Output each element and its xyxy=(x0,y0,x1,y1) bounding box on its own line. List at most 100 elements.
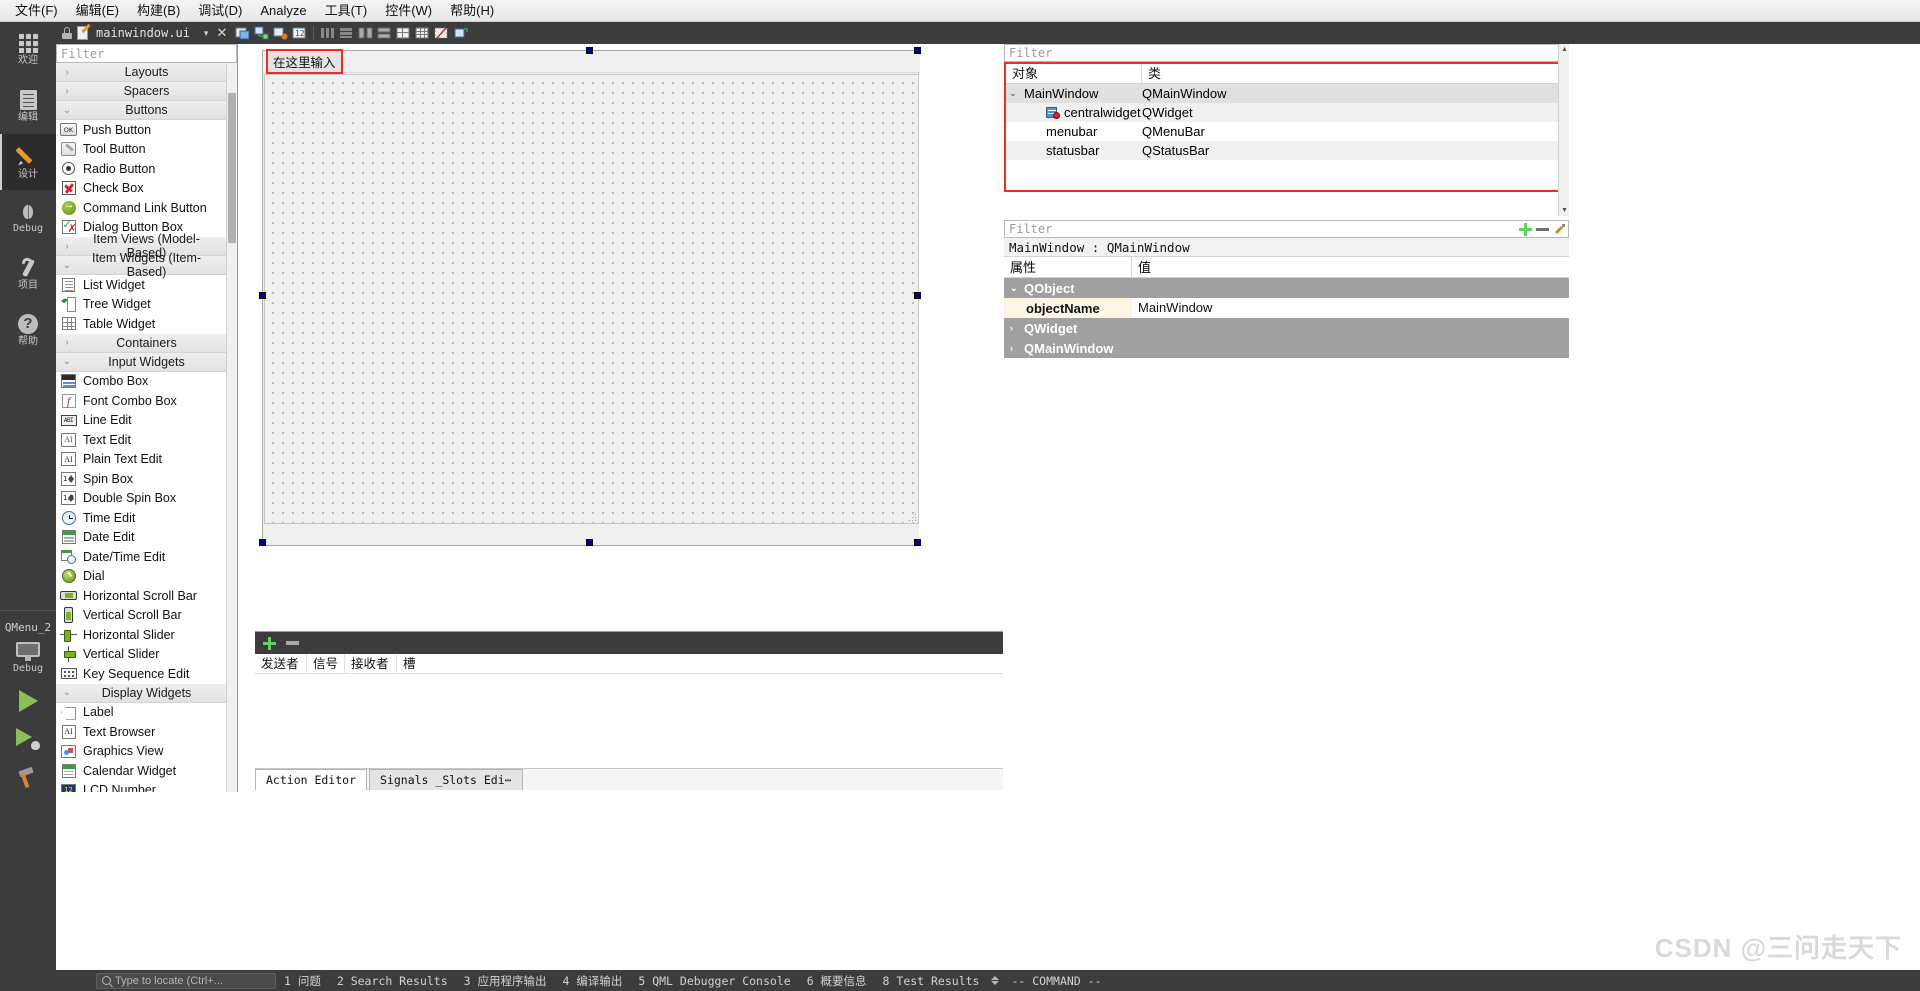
menu-item-edit[interactable]: 编辑(E) xyxy=(67,1,128,21)
layout-vertically-button[interactable] xyxy=(338,25,355,42)
layout-splitter-vertical-button[interactable] xyxy=(376,25,393,42)
widget-category-spacers[interactable]: › Spacers xyxy=(56,82,237,101)
open-file-name[interactable]: mainwindow.ui xyxy=(96,26,190,40)
form-menu-type-here[interactable]: 在这里输入 xyxy=(266,49,343,74)
column-signal[interactable]: 信号 xyxy=(307,653,345,674)
widget-item-lcd-number[interactable]: 12 LCD Number xyxy=(56,781,237,792)
property-remove-button[interactable] xyxy=(1534,221,1551,238)
widget-item-text-edit[interactable]: AI Text Edit xyxy=(56,430,237,450)
selection-handle-right[interactable] xyxy=(914,292,921,299)
menu-item-debug[interactable]: 调试(D) xyxy=(189,1,251,21)
object-inspector-rows[interactable]: ⌄ MainWindow QMainWindow centralwidget QWidg… xyxy=(1006,84,1567,160)
widget-item-plain-text-edit[interactable]: AI Plain Text Edit xyxy=(56,450,237,470)
lock-icon[interactable] xyxy=(61,27,73,39)
selection-handle-left[interactable] xyxy=(259,292,266,299)
property-group-qmainwindow[interactable]: › QMainWindow xyxy=(1004,338,1569,358)
property-group-qwidget[interactable]: › QWidget xyxy=(1004,318,1569,338)
object-column-header[interactable]: 对象 xyxy=(1006,64,1142,83)
widget-category-input-widgets[interactable]: ⌄ Input Widgets xyxy=(56,352,237,372)
property-group-qobject[interactable]: ⌄ QObject xyxy=(1004,278,1569,298)
widget-box-filter[interactable]: Filter xyxy=(56,44,237,63)
widget-item-line-edit[interactable]: ABI Line Edit xyxy=(56,411,237,431)
status-item-issues[interactable]: 1 问题 xyxy=(276,973,329,989)
widget-box-scroll-thumb[interactable] xyxy=(228,93,236,243)
widget-item-push-button[interactable]: OK Push Button xyxy=(56,120,237,140)
widget-item-vertical-scroll-bar[interactable]: Vertical Scroll Bar xyxy=(56,606,237,626)
run-button[interactable] xyxy=(0,682,56,720)
layout-grid-button[interactable] xyxy=(414,25,431,42)
chevron-down-icon[interactable]: ⌄ xyxy=(1006,88,1020,99)
mode-edit[interactable]: 编辑 xyxy=(0,78,56,134)
adjust-size-button[interactable] xyxy=(452,25,469,42)
locator-input[interactable]: Type to locate (Ctrl+... xyxy=(96,972,276,989)
object-inspector-row[interactable]: menubar QMenuBar xyxy=(1006,122,1567,141)
menu-item-tools[interactable]: 工具(T) xyxy=(316,1,377,21)
add-connection-button[interactable] xyxy=(263,636,276,650)
layout-form-button[interactable] xyxy=(395,25,412,42)
widget-item-tree-widget[interactable]: Tree Widget xyxy=(56,295,237,315)
class-column-header[interactable]: 类 xyxy=(1142,64,1567,83)
widget-item-radio-button[interactable]: Radio Button xyxy=(56,159,237,179)
status-item-qml-console[interactable]: 5 QML Debugger Console xyxy=(630,974,798,988)
remove-connection-button[interactable] xyxy=(286,641,299,645)
widget-category-display-widgets[interactable]: ⌄ Display Widgets xyxy=(56,683,237,703)
edit-widgets-button[interactable] xyxy=(234,25,251,42)
widget-category-layouts[interactable]: › Layouts xyxy=(56,63,237,82)
menu-item-file[interactable]: 文件(F) xyxy=(6,1,67,21)
edit-buddies-button[interactable] xyxy=(272,25,289,42)
widget-item-table-widget[interactable]: Table Widget xyxy=(56,314,237,334)
form-central-widget[interactable] xyxy=(264,74,919,524)
mode-welcome[interactable]: 欢迎 xyxy=(0,22,56,78)
output-pane-stepper[interactable] xyxy=(987,976,1003,985)
widget-box-scrollbar[interactable] xyxy=(226,63,237,792)
run-config-selector[interactable]: Debug xyxy=(0,634,56,682)
widget-item-date-time-edit[interactable]: Date/Time Edit xyxy=(56,547,237,567)
widget-category-buttons[interactable]: ⌄ Buttons xyxy=(56,101,237,120)
column-sender[interactable]: 发送者 xyxy=(255,653,307,674)
selection-handle-bottom-left[interactable] xyxy=(259,539,266,546)
selection-handle-bottom[interactable] xyxy=(586,539,593,546)
widget-item-command-link-button[interactable]: Command Link Button xyxy=(56,198,237,218)
widget-item-date-edit[interactable]: Date Edit xyxy=(56,528,237,548)
property-editor-filter-placeholder[interactable]: Filter xyxy=(1005,222,1517,236)
property-row[interactable]: objectName MainWindow xyxy=(1004,298,1569,318)
property-add-button[interactable] xyxy=(1517,221,1534,238)
status-item-search-results[interactable]: 2 Search Results xyxy=(329,974,456,988)
selection-handle-top-right[interactable] xyxy=(914,47,921,54)
scroll-down-icon[interactable]: ▼ xyxy=(1559,205,1570,216)
build-button[interactable] xyxy=(0,758,56,796)
tab-signals-slots-editor[interactable]: Signals _Slots Edi⋯ xyxy=(369,769,523,790)
widget-item-combo-box[interactable]: Combo Box xyxy=(56,372,237,392)
widget-item-time-edit[interactable]: Time Edit xyxy=(56,508,237,528)
chevron-down-icon[interactable]: ▾ xyxy=(204,28,209,39)
mode-help[interactable]: ? 帮助 xyxy=(0,302,56,358)
widget-item-vertical-slider[interactable]: Vertical Slider xyxy=(56,645,237,665)
widget-item-label[interactable]: Label xyxy=(56,703,237,723)
menu-item-widgets[interactable]: 控件(W) xyxy=(376,1,441,21)
tab-action-editor[interactable]: Action Editor xyxy=(255,769,368,790)
column-slot[interactable]: 槽 xyxy=(397,654,1003,674)
widget-category-containers[interactable]: › Containers xyxy=(56,333,237,353)
layout-horizontally-button[interactable] xyxy=(319,25,336,42)
widget-item-text-browser[interactable]: AI Text Browser xyxy=(56,722,237,742)
value-column-header[interactable]: 值 xyxy=(1132,257,1569,277)
widget-item-check-box[interactable]: Check Box xyxy=(56,179,237,199)
form-menu-bar[interactable]: 在这里输入 xyxy=(263,49,920,74)
menu-item-analyze[interactable]: Analyze xyxy=(251,1,315,21)
property-editor-rows[interactable]: ⌄ QObject objectName MainWindow › QWidget › QMa… xyxy=(1004,278,1569,358)
widget-item-double-spin-box[interactable]: 1.2 Double Spin Box xyxy=(56,489,237,509)
object-inspector-scrollbar[interactable]: ▲ ▼ xyxy=(1558,44,1569,216)
object-inspector-row[interactable]: centralwidget QWidget xyxy=(1006,103,1567,122)
status-item-app-output[interactable]: 3 应用程序输出 xyxy=(456,973,555,989)
property-column-header[interactable]: 属性 xyxy=(1004,257,1132,277)
status-item-overview[interactable]: 6 概要信息 xyxy=(799,973,875,989)
break-layout-button[interactable] xyxy=(433,25,450,42)
object-inspector-row[interactable]: ⌄ MainWindow QMainWindow xyxy=(1006,84,1567,103)
widget-category-item-widgets-item-based[interactable]: ⌄ Item Widgets (Item-Based) xyxy=(56,251,237,279)
property-config-button[interactable] xyxy=(1551,221,1568,238)
scroll-up-icon[interactable]: ▲ xyxy=(1559,44,1570,55)
edit-signals-slots-button[interactable] xyxy=(253,25,270,42)
mode-debug[interactable]: Debug xyxy=(0,190,56,246)
mode-projects[interactable]: 项目 xyxy=(0,246,56,302)
widget-item-font-combo-box[interactable]: f Font Combo Box xyxy=(56,391,237,411)
